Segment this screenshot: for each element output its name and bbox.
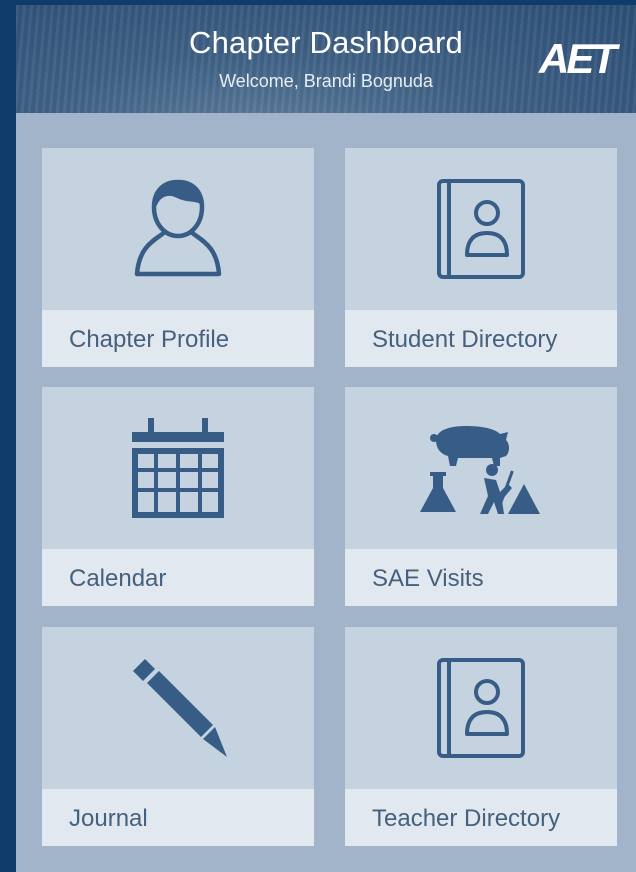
tile-label: Teacher Directory — [372, 805, 561, 832]
app-frame: Chapter Dashboard Welcome, Brandi Bognud… — [0, 0, 636, 872]
tile-label: Student Directory — [372, 326, 558, 353]
tile-label: Calendar — [69, 565, 167, 592]
tile-label-bar: Chapter Profile — [42, 310, 314, 367]
tile-label-bar: Journal — [42, 789, 314, 846]
pencil-icon — [133, 659, 227, 757]
tile-label-bar: SAE Visits — [345, 549, 617, 606]
tile-label: Journal — [69, 805, 148, 832]
calendar-icon — [132, 418, 224, 518]
tile-label-bar: Teacher Directory — [345, 789, 617, 846]
tile-student-directory[interactable]: Student Directory — [345, 148, 617, 367]
tile-label-bar: Student Directory — [345, 310, 617, 367]
aet-logo: AET — [539, 35, 617, 82]
tile-teacher-directory[interactable]: Teacher Directory — [345, 627, 617, 846]
tile-sae-visits[interactable]: SAE Visits — [345, 387, 617, 606]
tile-label: Chapter Profile — [69, 326, 230, 353]
tile-label-bar: Calendar — [42, 549, 314, 606]
tile-journal[interactable]: Journal — [42, 627, 314, 846]
tile-calendar[interactable]: Calendar — [42, 387, 314, 606]
dashboard-header: Chapter Dashboard Welcome, Brandi Bognud… — [16, 5, 636, 113]
tile-label: SAE Visits — [372, 565, 484, 592]
address-book-icon — [437, 179, 525, 279]
tile-chapter-profile[interactable]: Chapter Profile — [42, 148, 314, 367]
sae-visits-icon — [420, 426, 540, 514]
address-book-icon — [437, 658, 525, 758]
user-profile-icon — [134, 179, 222, 277]
dashboard-grid: Chapter Profile Student Directory Calend… — [16, 113, 636, 872]
